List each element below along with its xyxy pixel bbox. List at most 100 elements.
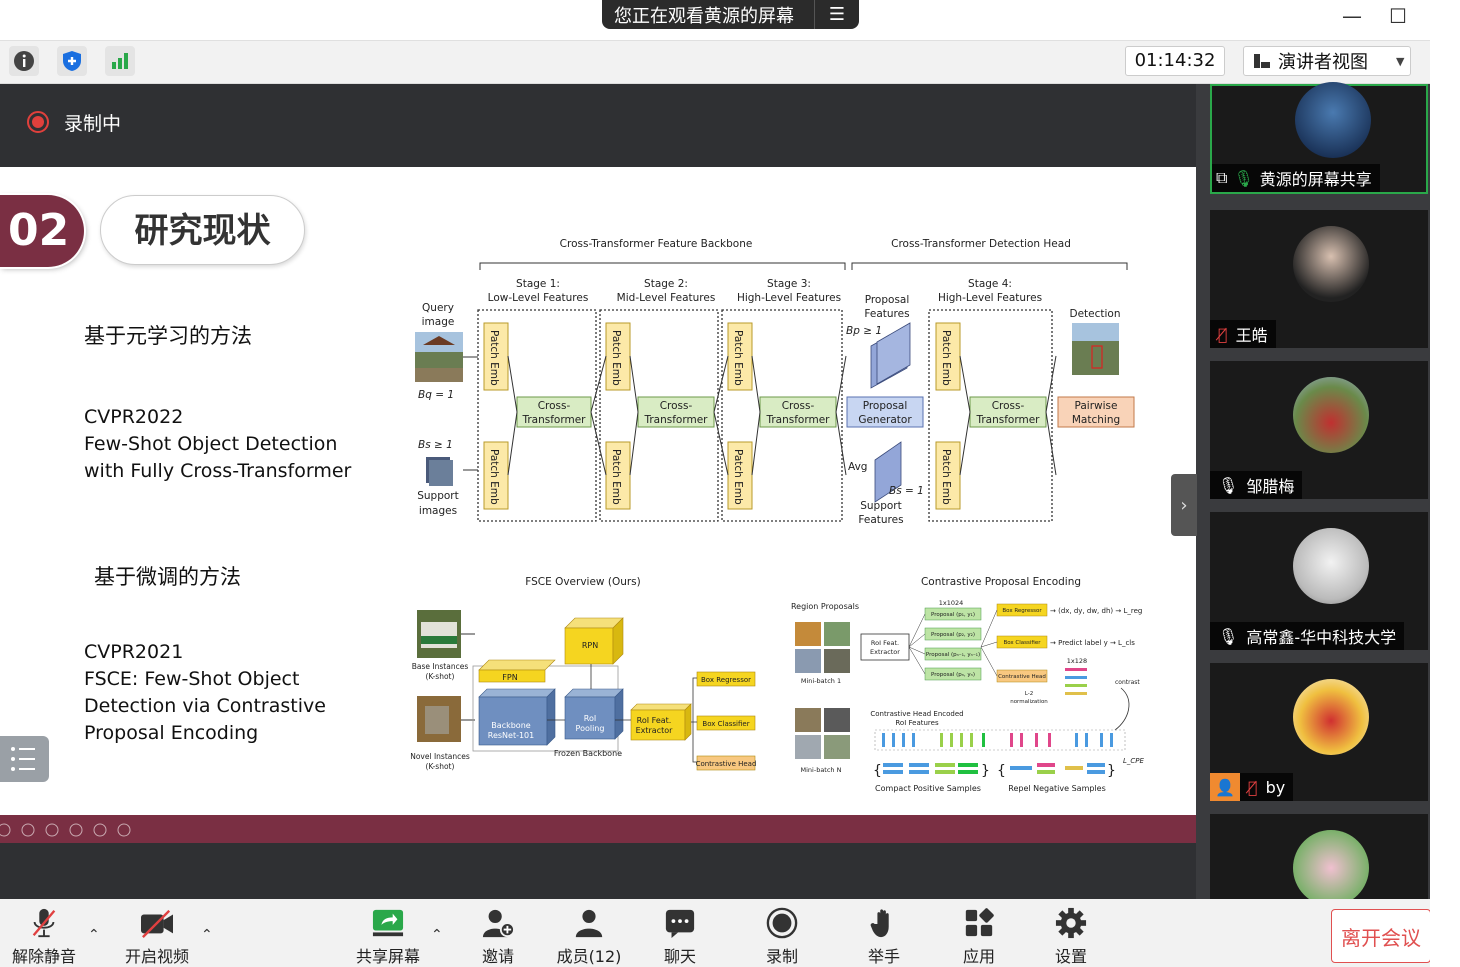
reference-cvpr2022: CVPR2022 Few-Shot Object Detection with … bbox=[84, 404, 351, 485]
participant-name: 高常鑫-华中科技大学 bbox=[1246, 628, 1397, 647]
patch-emb-label: Patch Emb bbox=[940, 330, 952, 386]
patch-emb-label: Patch Emb bbox=[940, 449, 952, 505]
participant-tile[interactable]: 🎙 邹腊梅 bbox=[1210, 361, 1428, 499]
base-sub: (K-shot) bbox=[426, 672, 455, 681]
chevron-up-icon[interactable]: ⌃ bbox=[88, 927, 100, 943]
participant-name-tag: 👤 🎙̸ by bbox=[1210, 773, 1294, 801]
roifeat-sub: Extractor bbox=[636, 726, 674, 735]
invite-button[interactable]: 邀请 bbox=[470, 899, 526, 967]
stage3-sub: High-Level Features bbox=[737, 292, 841, 304]
box-reg-label: Box Regressor bbox=[1002, 608, 1042, 614]
stage3-label: Stage 3: bbox=[767, 278, 811, 290]
participant-tile[interactable]: ⧉ 🎙 黄源的屏幕共享 bbox=[1210, 82, 1428, 194]
section-finetuning: 基于微调的方法 bbox=[94, 565, 241, 589]
meeting-toolbar: 01:14:32 演讲者视图 ▼ bbox=[0, 40, 1430, 84]
participant-tile[interactable]: 🎙 高常鑫-华中科技大学 bbox=[1210, 512, 1428, 650]
region-label: Region Proposals bbox=[791, 602, 859, 611]
fsce-overview-diagram: FSCE Overview (Ours) Base Instances (K-s… bbox=[410, 576, 756, 771]
contrast-label: contrast bbox=[1115, 679, 1140, 686]
avatar bbox=[1293, 377, 1369, 453]
pg-label: Proposal bbox=[863, 400, 908, 412]
start-video-button[interactable]: 开启视频 bbox=[120, 899, 194, 967]
repel-label: Repel Negative Samples bbox=[1008, 784, 1106, 793]
stage4-sub: High-Level Features bbox=[938, 292, 1042, 304]
record-label: 录制 bbox=[765, 947, 798, 966]
svg-text:{: { bbox=[997, 763, 1006, 779]
chevron-up-icon[interactable]: ⌃ bbox=[431, 927, 443, 943]
members-button[interactable]: 成员(12) bbox=[550, 899, 628, 967]
participant-tile[interactable] bbox=[1210, 814, 1428, 906]
view-mode-dropdown[interactable]: 演讲者视图 ▼ bbox=[1243, 46, 1411, 76]
encoded-label: Contrastive Head Encoded bbox=[870, 710, 963, 718]
l2-sub: normalization bbox=[1010, 699, 1048, 705]
shield-icon[interactable] bbox=[57, 46, 87, 76]
raise-hand-button[interactable]: 举手 bbox=[856, 899, 912, 967]
patch-emb-label: Patch Emb bbox=[488, 330, 500, 386]
apps-label: 应用 bbox=[962, 947, 995, 966]
record-icon bbox=[766, 907, 798, 939]
detection-label: Detection bbox=[1069, 308, 1120, 320]
ref-line: FSCE: Few-Shot Object bbox=[84, 668, 300, 690]
box-regressor-label: Box Regressor bbox=[701, 676, 751, 684]
share-screen-button[interactable]: 共享屏幕 bbox=[350, 899, 426, 967]
proposal-features-sub: Features bbox=[864, 308, 909, 320]
participant-name-tag: 🎙 高常鑫-华中科技大学 bbox=[1210, 622, 1405, 650]
avatar bbox=[1293, 226, 1369, 302]
leave-meeting-button[interactable]: 离开会议 bbox=[1331, 909, 1431, 963]
participant-tile[interactable]: 🎙̸ 王皓 bbox=[1210, 210, 1428, 348]
ct-label: Cross- bbox=[782, 400, 815, 412]
slide-list-button[interactable] bbox=[0, 736, 49, 782]
backbone-title: Cross-Transformer Feature Backbone bbox=[560, 238, 753, 250]
dim1-label: 1x1024 bbox=[939, 599, 964, 607]
menu-icon[interactable]: ☰ bbox=[815, 4, 859, 25]
participant-tile[interactable]: 👤 🎙̸ by bbox=[1210, 663, 1428, 801]
viewing-banner[interactable]: 您正在观看黄源的屏幕 ☰ bbox=[602, 0, 859, 29]
slide-title: 研究现状 bbox=[100, 195, 305, 265]
info-icon[interactable] bbox=[9, 46, 39, 76]
ref-line: Proposal Encoding bbox=[84, 722, 259, 744]
chat-button[interactable]: 聊天 bbox=[652, 899, 708, 967]
signal-icon[interactable] bbox=[105, 46, 135, 76]
con-head-label: Contrastive Head bbox=[998, 674, 1046, 680]
muted-microphone-icon bbox=[32, 908, 56, 938]
record-button[interactable]: 录制 bbox=[754, 899, 810, 967]
avatar bbox=[1293, 528, 1369, 604]
bs2-label: Bs = 1 bbox=[889, 485, 924, 497]
dim2-label: 1x128 bbox=[1067, 657, 1087, 665]
ct-label: Cross- bbox=[538, 400, 571, 412]
meeting-controls: 解除静音 ⌃ 开启视频 ⌃ 共享屏幕 ⌃ 邀请 成员(12) 聊天 录制 举手 … bbox=[0, 899, 1430, 967]
unmute-button[interactable]: 解除静音 bbox=[8, 899, 80, 967]
roi-extractor-box bbox=[860, 633, 910, 661]
box-cls-label: Box Classifier bbox=[1003, 640, 1041, 646]
ct-label: Cross- bbox=[992, 400, 1025, 412]
fct-architecture-diagram: Cross-Transformer Feature Backbone Cross… bbox=[415, 238, 1135, 526]
chat-icon bbox=[665, 909, 695, 939]
patch-emb-label: Patch Emb bbox=[610, 330, 622, 386]
stage1-sub: Low-Level Features bbox=[488, 292, 589, 304]
avatar bbox=[1295, 82, 1371, 158]
proposal-label: Proposal (pₙ₋₁, yₙ₋₁) bbox=[926, 652, 980, 658]
maximize-button[interactable]: ☐ bbox=[1384, 4, 1412, 28]
fpn-label: FPN bbox=[502, 673, 517, 682]
recording-indicator: 录制中 bbox=[0, 84, 1196, 166]
encoded-sub: RoI Features bbox=[895, 719, 939, 727]
compact-label: Compact Positive Samples bbox=[875, 784, 981, 793]
microphone-icon: 🎙 bbox=[1218, 475, 1239, 495]
chevron-up-icon[interactable]: ⌃ bbox=[201, 927, 213, 943]
chat-label: 聊天 bbox=[663, 947, 696, 966]
roipool-label: RoI bbox=[584, 714, 596, 723]
settings-button[interactable]: 设置 bbox=[1043, 899, 1099, 967]
base-label: Base Instances bbox=[412, 662, 469, 671]
participant-name: by bbox=[1265, 777, 1286, 797]
minimize-button[interactable]: — bbox=[1338, 4, 1366, 28]
roipool-sub: Pooling bbox=[576, 724, 605, 733]
patch-emb-label: Patch Emb bbox=[488, 449, 500, 505]
bq-label: Bq = 1 bbox=[418, 389, 454, 401]
patch-emb-label: Patch Emb bbox=[610, 449, 622, 505]
recording-label: 录制中 bbox=[64, 113, 122, 135]
chevron-right-icon[interactable]: › bbox=[1171, 474, 1197, 536]
apps-button[interactable]: 应用 bbox=[951, 899, 1007, 967]
muted-microphone-icon: 🎙̸ bbox=[1218, 324, 1228, 344]
slide-controls[interactable] bbox=[0, 815, 140, 843]
viewing-label: 您正在观看黄源的屏幕 bbox=[614, 5, 794, 27]
